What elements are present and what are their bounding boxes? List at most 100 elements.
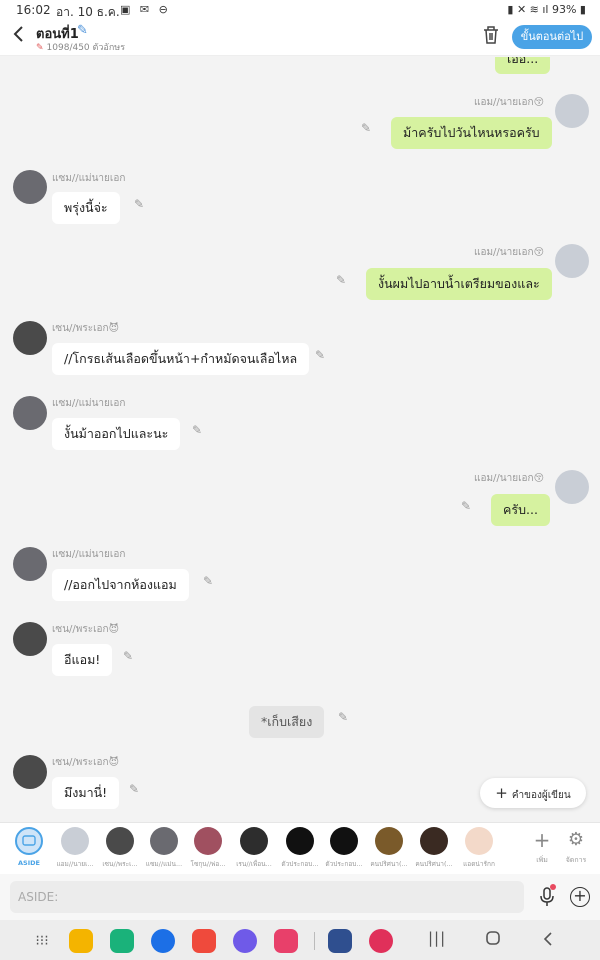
edit-pencil-icon[interactable]: ✎ bbox=[134, 197, 148, 211]
plus-icon: + bbox=[533, 828, 551, 852]
speaker-name: แซม//แม่นายเอก bbox=[52, 173, 126, 184]
edit-pencil-icon[interactable]: ✎ bbox=[192, 423, 206, 437]
phone-icon[interactable] bbox=[110, 929, 134, 953]
settings-icon[interactable] bbox=[328, 929, 352, 953]
character-item[interactable]: แอม//นายเ... bbox=[52, 827, 98, 869]
files-icon[interactable] bbox=[69, 929, 93, 953]
message-text: //โกรธเส้นเลือดขึ้นหน้า+กำหมัดจนเลือไหล bbox=[64, 351, 298, 366]
message-bubble-partial[interactable]: เออ... bbox=[495, 57, 551, 74]
speaker-name: แอม//นายเอก😚 bbox=[474, 97, 544, 108]
message-text: *เก็บเสียง bbox=[261, 714, 313, 729]
notes-icon[interactable] bbox=[192, 929, 216, 953]
avatar[interactable] bbox=[13, 547, 47, 581]
message-bubble[interactable]: ครับ... bbox=[491, 494, 550, 526]
trash-icon bbox=[484, 26, 498, 44]
character-avatar bbox=[375, 827, 403, 855]
character-item[interactable]: เซน//พระเ... bbox=[97, 827, 143, 869]
manage-label: จัดการ bbox=[565, 856, 587, 864]
message-bubble[interactable]: //ออกไปจากห้องแอม bbox=[52, 569, 189, 601]
add-character-button[interactable]: + เพิ่ม bbox=[527, 829, 557, 866]
character-item[interactable]: ตัวประกอบ... bbox=[321, 827, 367, 869]
aside-bubble[interactable]: *เก็บเสียง bbox=[249, 706, 325, 738]
character-label: แอม//นายเ... bbox=[56, 860, 94, 868]
message-bubble[interactable]: อีแอม! bbox=[52, 644, 113, 676]
avatar[interactable] bbox=[13, 622, 47, 656]
avatar[interactable] bbox=[13, 321, 47, 355]
character-label: ASIDE bbox=[18, 859, 40, 867]
character-label: เรน//เพื่อน... bbox=[236, 860, 272, 868]
character-label: คนปริศนา(... bbox=[370, 860, 408, 868]
character-item[interactable]: เรน//เพื่อน... bbox=[231, 827, 277, 869]
char-counter: ✎ 1098/450 ตัวอักษร bbox=[36, 40, 125, 54]
message-text: งั้นม้าออกไปและนะ bbox=[64, 426, 169, 441]
nav-back-button[interactable] bbox=[542, 931, 554, 951]
edit-pencil-icon[interactable]: ✎ bbox=[315, 348, 329, 362]
avatar[interactable] bbox=[555, 470, 589, 504]
next-step-button[interactable]: ขั้นตอนต่อไป bbox=[512, 25, 592, 49]
status-right: ▮ ✕ ≋ ıl 93% ▮ bbox=[507, 3, 586, 16]
speaker-name: เซน//พระเอก😈 bbox=[52, 323, 120, 334]
edit-title-icon[interactable]: ✎ bbox=[77, 23, 88, 38]
edit-pencil-icon[interactable]: ✎ bbox=[461, 499, 475, 513]
messages-icon[interactable] bbox=[151, 929, 175, 953]
avatar[interactable] bbox=[13, 170, 47, 204]
message-bubble[interactable]: งั้นม้าออกไปและนะ bbox=[52, 418, 181, 450]
camera-icon[interactable] bbox=[274, 929, 298, 953]
speaker-name: แอม//นายเอก😚 bbox=[474, 473, 544, 484]
aside-chat-icon bbox=[15, 827, 43, 855]
input-bar: + bbox=[0, 874, 600, 920]
message-text: มึงมานี่! bbox=[64, 785, 108, 800]
add-label: เพิ่ม bbox=[536, 856, 548, 864]
add-attachment-button[interactable]: + bbox=[570, 887, 590, 907]
message-bubble[interactable]: มึงมานี่! bbox=[52, 777, 120, 809]
status-time: 16:02 bbox=[16, 3, 51, 17]
message-bubble[interactable]: ม้าครับไปวันไหนหรอครับ bbox=[391, 117, 552, 149]
edit-pencil-icon[interactable]: ✎ bbox=[129, 782, 143, 796]
message-text: ครับ... bbox=[503, 502, 538, 517]
message-text: เออ... bbox=[507, 57, 539, 66]
edit-pencil-icon[interactable]: ✎ bbox=[123, 649, 137, 663]
speaker-name: แซม//แม่นายเอก bbox=[52, 549, 126, 560]
message-input[interactable] bbox=[10, 881, 524, 913]
character-item[interactable]: แซม//แม่น... bbox=[141, 827, 187, 869]
header: ตอนที่1 ✎ ✎ 1098/450 ตัวอักษร ขั้นตอนต่อไ… bbox=[0, 20, 600, 56]
avatar[interactable] bbox=[13, 755, 47, 789]
character-item[interactable]: คนปริศนา(... bbox=[366, 827, 412, 869]
character-item[interactable]: โซกุน//พ่อ... bbox=[185, 827, 231, 869]
signal-icon: ▮ ✕ ≋ ıl bbox=[507, 3, 552, 16]
speaker-name: แอม//นายเอก😚 bbox=[474, 247, 544, 258]
character-label: เซน//พระเ... bbox=[102, 860, 138, 868]
flower-icon[interactable] bbox=[369, 929, 393, 953]
avatar[interactable] bbox=[555, 244, 589, 278]
manage-characters-button[interactable]: ⚙ จัดการ bbox=[561, 829, 591, 866]
home-button[interactable] bbox=[485, 930, 501, 950]
chevron-left-icon bbox=[13, 26, 23, 42]
delete-button[interactable] bbox=[482, 25, 500, 45]
message-bubble[interactable]: //โกรธเส้นเลือดขึ้นหน้า+กำหมัดจนเลือไหล bbox=[52, 343, 310, 375]
back-button[interactable] bbox=[8, 24, 30, 48]
author-note-button[interactable]: + คำของผู้เขียน bbox=[480, 778, 586, 808]
edit-pencil-icon[interactable]: ✎ bbox=[203, 574, 217, 588]
edit-pencil-icon[interactable]: ✎ bbox=[361, 121, 375, 135]
message-bubble[interactable]: งั้นผมไปอาบน้ำเตรียมของและ bbox=[366, 268, 552, 300]
notification-icons: ▣ ✉ ⊖ bbox=[120, 3, 171, 16]
character-item[interactable]: ตัวประกอบ... bbox=[277, 827, 323, 869]
chat-area[interactable]: เออ... แอม//นายเอก😚 ม้าครับไปวันไหนหรอคร… bbox=[0, 57, 600, 822]
avatar[interactable] bbox=[555, 94, 589, 128]
character-avatar bbox=[150, 827, 178, 855]
character-item[interactable]: คนปริศนา(... bbox=[411, 827, 457, 869]
edit-pencil-icon[interactable]: ✎ bbox=[338, 710, 352, 724]
app-drawer-icon[interactable]: ⁝⁝⁝ bbox=[30, 929, 54, 953]
gear-icon: ⚙ bbox=[567, 829, 585, 850]
character-avatar bbox=[106, 827, 134, 855]
character-item[interactable]: แอดน่ารักก bbox=[456, 827, 502, 869]
internet-icon[interactable] bbox=[233, 929, 257, 953]
character-avatar bbox=[61, 827, 89, 855]
avatar[interactable] bbox=[13, 396, 47, 430]
edit-pencil-icon[interactable]: ✎ bbox=[336, 273, 350, 287]
message-bubble[interactable]: พรุ่งนี้จ่ะ bbox=[52, 192, 120, 224]
message-text: //ออกไปจากห้องแอม bbox=[64, 577, 177, 592]
recents-button[interactable]: ||| bbox=[428, 929, 446, 947]
character-avatar bbox=[330, 827, 358, 855]
character-aside[interactable]: ASIDE bbox=[6, 827, 52, 867]
